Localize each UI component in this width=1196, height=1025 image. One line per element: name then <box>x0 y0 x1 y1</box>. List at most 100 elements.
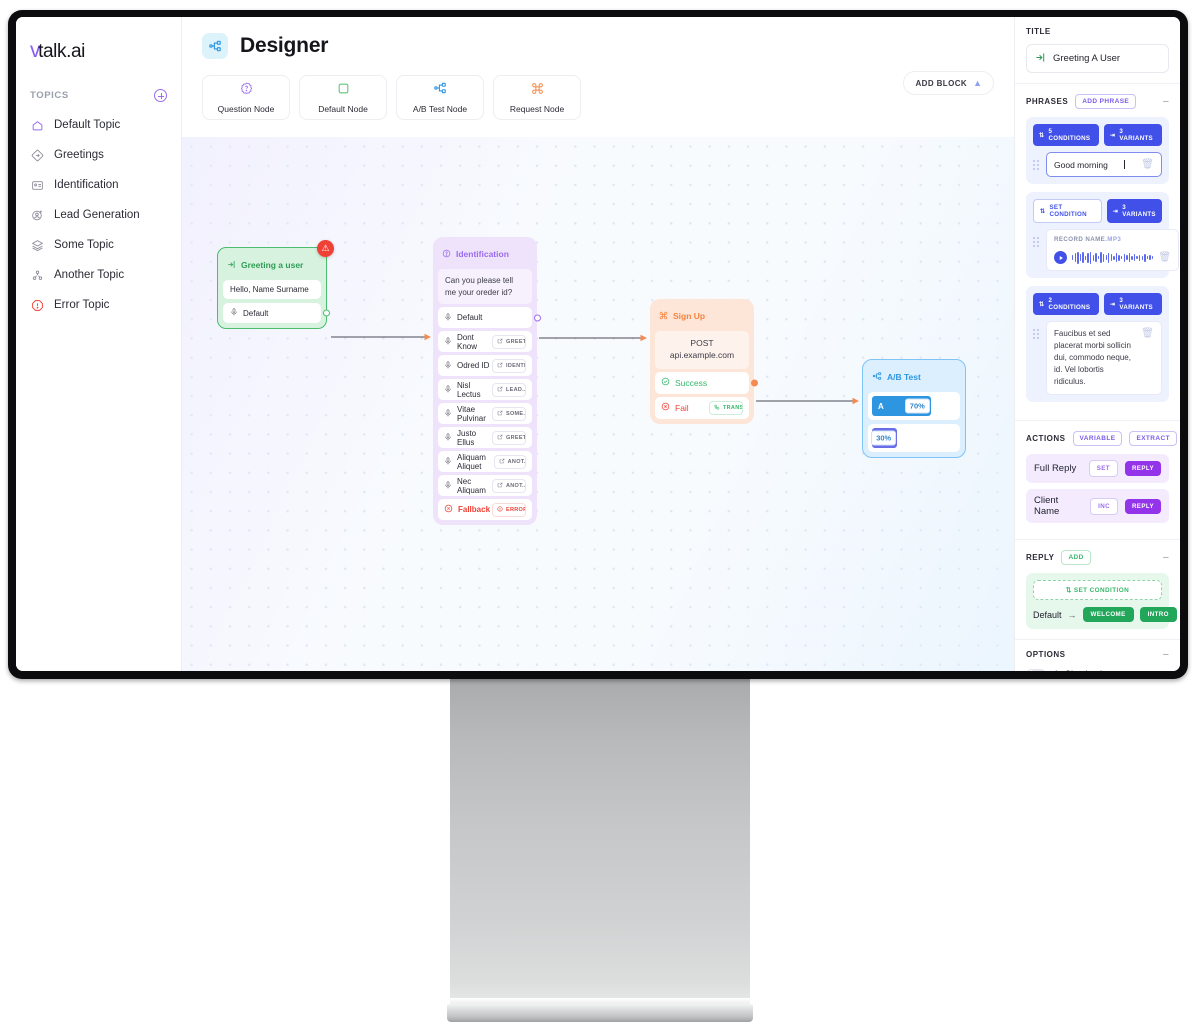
ab-bar-a[interactable]: A 70% <box>872 396 931 416</box>
output-port[interactable] <box>533 314 541 322</box>
node-option-row[interactable]: Aliquam Aliquet ANOT... <box>438 451 532 473</box>
option-target-label: GREET... <box>506 338 526 345</box>
sidebar-item-error-topic[interactable]: Error Topic <box>16 290 181 320</box>
node-option-row[interactable]: Vitae Pulvinar SOME... <box>438 403 532 425</box>
transfer-tag[interactable]: TRANSFER <box>709 400 743 415</box>
node-button-request[interactable]: Request Node <box>493 75 581 120</box>
delete-phrase-icon[interactable]: 🗑 <box>1141 159 1154 170</box>
toggle-is-checkpoint[interactable] <box>1026 669 1046 671</box>
node-button-default[interactable]: Default Node <box>299 75 387 120</box>
action-solid-chip[interactable]: REPLY <box>1124 461 1161 476</box>
add-phrase-button[interactable]: ADD PHRASE <box>1075 94 1137 109</box>
extract-chip[interactable]: EXTRACT <box>1129 431 1177 446</box>
node-title: Sign Up <box>673 311 706 321</box>
conditions-badge[interactable]: ⇅ 5 CONDITIONS <box>1033 124 1099 146</box>
phrase-input[interactable]: Good morning 🗑 <box>1046 152 1162 177</box>
node-option-row[interactable]: Odred ID IDENTI... <box>438 355 532 377</box>
section-header: TITLE <box>1026 27 1169 36</box>
collapse-icon[interactable]: − <box>1163 552 1169 563</box>
node-output-row[interactable]: Default <box>223 303 330 323</box>
add-block-button[interactable]: ADD BLOCK ▲ <box>903 71 994 95</box>
collapse-icon[interactable]: − <box>1163 96 1169 107</box>
node-sign-up[interactable]: Sign Up POST api.example.com Success Fai… <box>650 299 758 424</box>
variants-badge[interactable]: ⇥ 3 VARIANTS <box>1106 199 1162 223</box>
action-ghost-chip[interactable]: SET <box>1088 460 1118 477</box>
phrase-body: RECORD NAME.MP3 🗑 <box>1033 229 1180 271</box>
phrase-list: ⇅ 5 CONDITIONS ⇥ 3 VARIANTS Good morning 🗑 ⇅… <box>1026 117 1180 402</box>
node-button-ab-test[interactable]: A/B Test Node <box>396 75 484 120</box>
node-identification[interactable]: Identification Can you please tell me yo… <box>433 237 541 526</box>
action-solid-chip[interactable]: REPLY <box>1124 498 1161 514</box>
option-target-tag[interactable]: GREET... <box>492 334 526 349</box>
sidebar-item-label: Greetings <box>54 149 104 161</box>
node-ab-test[interactable]: A/B Test A 70% B30% <box>862 359 966 458</box>
mic-icon <box>444 337 452 347</box>
node-option-row[interactable]: Nec Aliquam ANOT... <box>438 475 532 497</box>
action-name: Client Name <box>1034 495 1060 517</box>
output-port[interactable] <box>322 309 330 317</box>
conditions-badge[interactable]: ⇅ 2 CONDITIONS <box>1033 293 1099 315</box>
mic-icon <box>230 308 238 318</box>
topics-header: TOPICS <box>30 89 167 102</box>
node-greeting-a-user[interactable]: ⚠ Greeting a user Hello, Name Surname De… <box>217 240 334 329</box>
sidebar-item-another-topic[interactable]: Another Topic <box>16 260 181 290</box>
sidebar-item-default-topic[interactable]: Default Topic <box>16 110 181 140</box>
collapse-icon[interactable]: − <box>1163 649 1169 660</box>
add-reply-button[interactable]: ADD <box>1061 550 1091 565</box>
play-button[interactable] <box>1054 251 1067 264</box>
phrase-body: Faucibus et sed placerat morbi sollicin … <box>1033 321 1162 395</box>
drag-handle-icon[interactable] <box>1033 321 1041 341</box>
option-target-tag[interactable]: ANOT... <box>492 478 526 493</box>
option-target-tag[interactable]: ERROR... <box>492 502 526 517</box>
drag-handle-icon[interactable] <box>1033 229 1041 249</box>
node-option-row[interactable]: Dont Know GREET... <box>438 331 532 353</box>
drag-handle-icon[interactable] <box>1033 152 1041 172</box>
set-condition-label: SET CONDITION <box>1073 587 1130 594</box>
action-ghost-chip[interactable]: INC <box>1090 497 1118 515</box>
variants-badge[interactable]: ⇥ 3 VARIANTS <box>1103 293 1162 315</box>
node-option-row[interactable]: Fallback ERROR... <box>438 499 532 521</box>
monitor-bezel: v talk.ai TOPICS Default Topic Greetings Id… <box>8 10 1188 679</box>
option-target-tag[interactable]: IDENTI... <box>492 358 526 373</box>
reply-chip-intro[interactable]: INTRO <box>1139 607 1177 622</box>
title-input[interactable]: Greeting A User <box>1026 44 1169 73</box>
flow-canvas[interactable]: ⚠ Greeting a user Hello, Name Surname De… <box>182 137 1014 671</box>
flow-icon <box>433 81 447 100</box>
node-success-row[interactable]: Success <box>655 371 758 394</box>
option-target-tag[interactable]: GREET... <box>492 430 526 445</box>
add-topic-icon[interactable] <box>154 89 167 102</box>
node-output-label: Default <box>243 308 269 318</box>
app-logo: v talk.ai <box>16 17 181 63</box>
sidebar-item-greetings[interactable]: Greetings <box>16 140 181 170</box>
option-target-tag[interactable]: LEAD... <box>492 382 526 397</box>
conditions-badge[interactable]: ⇅ SET CONDITION <box>1033 199 1102 223</box>
main-area: Designer Question Node Default Node A/B … <box>182 17 1014 671</box>
node-option-row[interactable]: Nisl Lectus LEAD... <box>438 379 532 401</box>
layers-icon <box>30 238 44 252</box>
node-fail-row[interactable]: Fail TRANSFER <box>655 396 749 419</box>
variable-chip[interactable]: VARIABLE <box>1072 431 1123 446</box>
audio-phrase-box[interactable]: RECORD NAME.MP3 🗑 <box>1046 229 1180 271</box>
node-option-row[interactable]: Default <box>438 307 541 329</box>
reply-chip-welcome[interactable]: WELCOME <box>1082 607 1134 622</box>
sidebar-item-identification[interactable]: Identification <box>16 170 181 200</box>
output-port[interactable] <box>750 379 758 387</box>
warning-icon[interactable]: ⚠ <box>317 240 334 257</box>
set-condition-button[interactable]: ⇅ SET CONDITION <box>1033 580 1162 600</box>
node-button-question[interactable]: Question Node <box>202 75 290 120</box>
mic-icon <box>444 385 452 395</box>
sidebar-item-lead-generation[interactable]: Lead Generation <box>16 200 181 230</box>
ab-bar-b[interactable]: B30% <box>871 428 898 448</box>
variants-badge[interactable]: ⇥ 3 VARIANTS <box>1103 124 1162 146</box>
request-url: api.example.com <box>669 349 735 360</box>
option-target-tag[interactable]: SOME... <box>492 406 526 421</box>
delete-phrase-icon[interactable]: 🗑 <box>1141 328 1154 339</box>
option-target-label: SOME... <box>506 410 526 417</box>
delete-phrase-icon[interactable]: 🗑 <box>1158 252 1171 263</box>
option-target-tag[interactable]: ANOT... <box>493 454 526 469</box>
phrase-input[interactable]: Faucibus et sed placerat morbi sollicin … <box>1046 321 1162 395</box>
phrase-badges: ⇅ 2 CONDITIONS ⇥ 3 VARIANTS <box>1033 293 1162 315</box>
node-option-row[interactable]: Justo Ellus GREET... <box>438 427 532 449</box>
sidebar-item-some-topic[interactable]: Some Topic <box>16 230 181 260</box>
diamond-arrow-icon <box>30 148 44 162</box>
